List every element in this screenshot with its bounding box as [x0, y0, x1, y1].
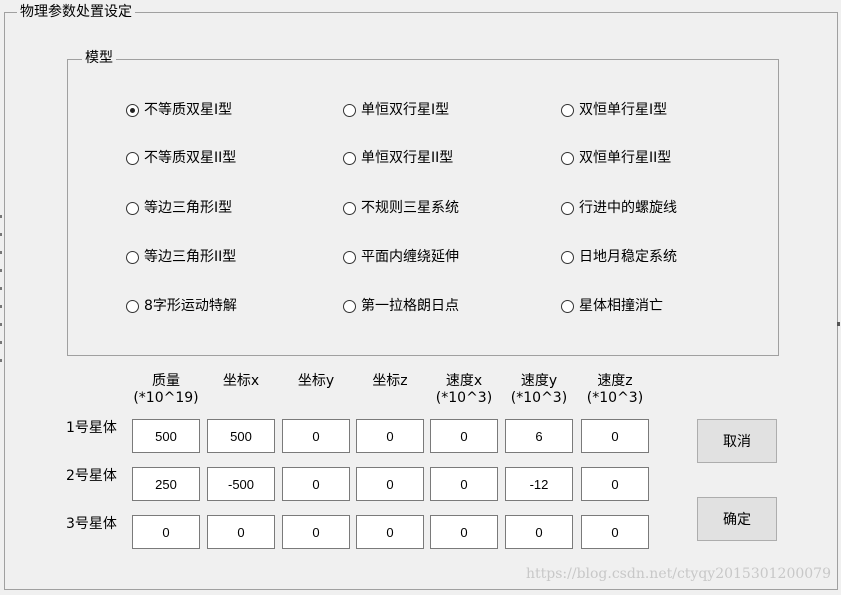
param-field-r1-c2[interactable] [207, 419, 275, 453]
column-header-0: 质量 (*10^19) [126, 373, 206, 407]
radio-empty-icon[interactable] [561, 299, 574, 313]
param-field-r1-c7[interactable] [581, 419, 649, 453]
row-label-body-1: 1号星体 [66, 420, 117, 436]
param-field-r3-c7[interactable] [581, 515, 649, 549]
model-option-1[interactable]: 单恒双行星I型 [343, 100, 449, 120]
column-header-unit: (*10^3) [586, 390, 644, 406]
radio-empty-icon[interactable] [343, 250, 356, 264]
model-option-label: 等边三角形I型 [144, 200, 233, 216]
radio-empty-icon[interactable] [561, 250, 574, 264]
param-field-r2-c6[interactable] [505, 467, 573, 501]
param-field-r3-c1[interactable] [132, 515, 200, 549]
model-option-10[interactable]: 平面内缠绕延伸 [343, 247, 459, 267]
radio-empty-icon[interactable] [343, 103, 356, 117]
param-field-r3-c3[interactable] [282, 515, 350, 549]
model-option-label: 8字形运动特解 [144, 298, 237, 314]
model-option-label: 双恒单行星II型 [579, 150, 672, 166]
column-header-unit: (*10^3) [435, 390, 493, 406]
radio-dot-icon [130, 107, 135, 113]
radio-selected-icon[interactable] [126, 103, 139, 117]
model-option-0[interactable]: 不等质双星I型 [126, 100, 232, 120]
param-field-r3-c2[interactable] [207, 515, 275, 549]
param-field-r1-c6[interactable] [505, 419, 573, 453]
model-option-7[interactable]: 不规则三星系统 [343, 198, 459, 218]
model-option-2[interactable]: 双恒单行星I型 [561, 100, 667, 120]
param-field-r2-c1[interactable] [132, 467, 200, 501]
watermark-text: https://blog.csdn.net/ctyqy2015301200079 [526, 566, 831, 582]
model-option-label: 平面内缠绕延伸 [361, 249, 459, 265]
column-header-title: 坐标x [222, 373, 260, 389]
model-option-13[interactable]: 第一拉格朗日点 [343, 296, 459, 316]
right-edge-mark [837, 322, 840, 326]
column-header-title: 坐标y [297, 373, 335, 389]
column-header-4: 速度x (*10^3) [424, 373, 504, 407]
model-option-label: 单恒双行星II型 [361, 150, 454, 166]
row-label-body-2: 2号星体 [66, 468, 117, 484]
row-label-body-3: 3号星体 [66, 516, 117, 532]
model-option-label: 不规则三星系统 [361, 200, 459, 216]
param-field-r2-c7[interactable] [581, 467, 649, 501]
model-option-6[interactable]: 等边三角形I型 [126, 198, 232, 218]
param-field-r2-c3[interactable] [282, 467, 350, 501]
model-option-11[interactable]: 日地月稳定系统 [561, 247, 677, 267]
model-option-label: 不等质双星I型 [144, 102, 233, 118]
model-option-14[interactable]: 星体相撞消亡 [561, 296, 663, 316]
model-option-8[interactable]: 行进中的螺旋线 [561, 198, 677, 218]
column-header-title: 速度z [597, 373, 633, 389]
column-header-title: 速度y [520, 373, 558, 389]
param-field-r3-c4[interactable] [356, 515, 424, 549]
radio-empty-icon[interactable] [126, 151, 139, 165]
radio-empty-icon[interactable] [561, 151, 574, 165]
model-option-3[interactable]: 不等质双星II型 [126, 148, 236, 168]
param-field-r3-c5[interactable] [430, 515, 498, 549]
column-header-5: 速度y (*10^3) [499, 373, 579, 407]
radio-empty-icon[interactable] [126, 201, 139, 215]
column-header-unit: (*10^3) [510, 390, 568, 406]
column-header-2: 坐标y [276, 373, 356, 390]
param-field-r1-c4[interactable] [356, 419, 424, 453]
cancel-button[interactable]: 取消 [697, 419, 777, 463]
model-option-label: 星体相撞消亡 [579, 298, 663, 314]
model-option-label: 等边三角形II型 [144, 249, 237, 265]
model-option-label: 行进中的螺旋线 [579, 200, 677, 216]
radio-empty-icon[interactable] [343, 201, 356, 215]
model-option-12[interactable]: 8字形运动特解 [126, 296, 237, 316]
model-option-4[interactable]: 单恒双行星II型 [343, 148, 453, 168]
model-option-label: 单恒双行星I型 [361, 102, 450, 118]
column-header-unit: (*10^19) [133, 390, 199, 406]
param-field-r3-c6[interactable] [505, 515, 573, 549]
left-edge-marks [0, 215, 2, 365]
param-field-r1-c3[interactable] [282, 419, 350, 453]
model-option-label: 日地月稳定系统 [579, 249, 677, 265]
radio-empty-icon[interactable] [126, 299, 139, 313]
model-option-label: 不等质双星II型 [144, 150, 237, 166]
param-field-r2-c2[interactable] [207, 467, 275, 501]
model-option-5[interactable]: 双恒单行星II型 [561, 148, 671, 168]
model-option-9[interactable]: 等边三角形II型 [126, 247, 236, 267]
column-header-title: 速度x [445, 373, 483, 389]
param-field-r2-c5[interactable] [430, 467, 498, 501]
confirm-button[interactable]: 确定 [697, 497, 777, 541]
radio-empty-icon[interactable] [343, 151, 356, 165]
column-header-3: 坐标z [350, 373, 430, 390]
model-option-label: 第一拉格朗日点 [361, 298, 459, 314]
column-header-1: 坐标x [201, 373, 281, 390]
radio-empty-icon[interactable] [561, 201, 574, 215]
radio-empty-icon[interactable] [126, 250, 139, 264]
panel-title: 物理参数处置设定 [17, 3, 135, 21]
column-header-6: 速度z (*10^3) [575, 373, 655, 407]
param-field-r1-c5[interactable] [430, 419, 498, 453]
column-header-title: 质量 [152, 373, 180, 389]
param-field-r1-c1[interactable] [132, 419, 200, 453]
model-group-title: 模型 [82, 49, 116, 67]
radio-empty-icon[interactable] [561, 103, 574, 117]
model-option-label: 双恒单行星I型 [579, 102, 668, 118]
radio-empty-icon[interactable] [343, 299, 356, 313]
column-header-title: 坐标z [372, 373, 408, 389]
param-field-r2-c4[interactable] [356, 467, 424, 501]
